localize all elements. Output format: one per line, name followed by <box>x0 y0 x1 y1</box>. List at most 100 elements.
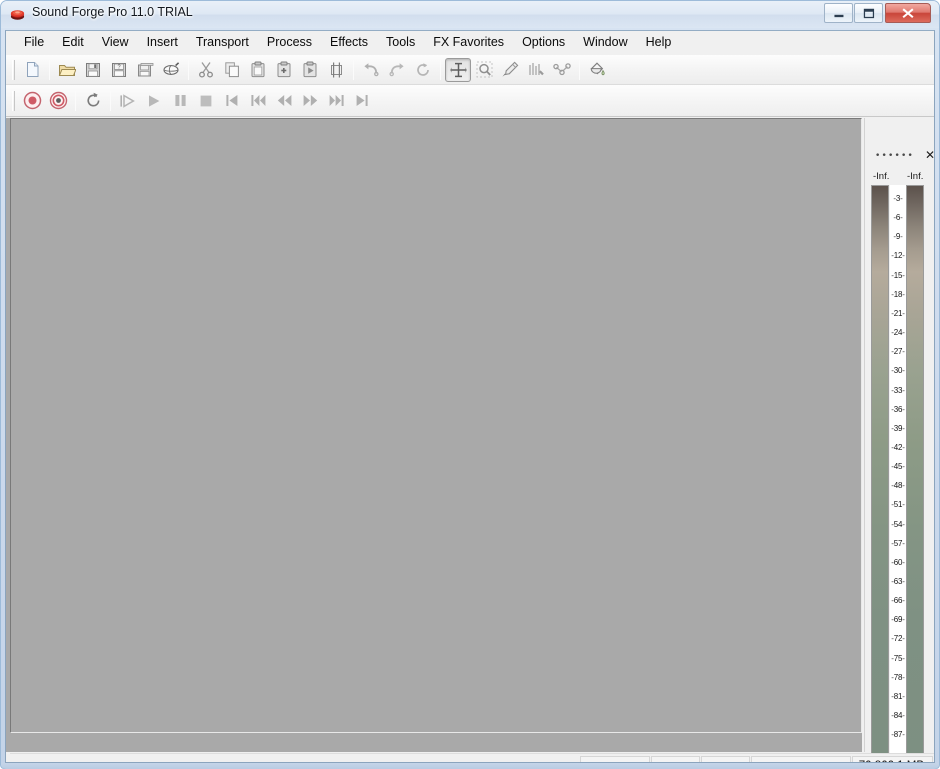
meter-scale-tick: -3- <box>893 194 903 203</box>
meter-scale-tick: -48- <box>891 481 905 491</box>
save-as-icon[interactable]: ? <box>106 58 132 82</box>
menu-item-view[interactable]: View <box>93 33 138 53</box>
toolbar-grip[interactable] <box>12 59 15 80</box>
toolbar-separator <box>75 90 76 111</box>
record-armed-icon[interactable] <box>45 89 71 113</box>
save-icon[interactable] <box>80 58 106 82</box>
record-icon[interactable] <box>19 89 45 113</box>
meter-scale-tick: -60- <box>891 557 905 567</box>
play-all-icon[interactable] <box>115 89 141 113</box>
meter-scale-tick: -87- <box>891 730 905 740</box>
workspace-canvas[interactable] <box>10 118 862 733</box>
status-cell-3 <box>701 755 750 762</box>
loop-playback-icon[interactable] <box>80 89 106 113</box>
status-spacer <box>10 756 580 763</box>
status-memory-indicator: 70,866.1 MB <box>852 755 933 762</box>
go-to-start-icon[interactable] <box>219 89 245 113</box>
fill-bucket-icon[interactable] <box>584 58 610 82</box>
svg-text:?: ? <box>117 64 120 70</box>
meter-scale-tick: -39- <box>891 423 905 433</box>
meter-scale-tick: -63- <box>891 577 905 586</box>
cut-icon[interactable] <box>193 58 219 82</box>
menu-bar: File Edit View Insert Transport Process … <box>6 31 934 55</box>
maximize-button[interactable] <box>854 3 883 23</box>
trim-crop-icon[interactable] <box>323 58 349 82</box>
undo-icon[interactable] <box>358 58 384 82</box>
status-cell-1 <box>580 755 650 762</box>
meter-scale-tick: -36- <box>891 404 905 414</box>
meter-scale-tick: -30- <box>891 366 905 376</box>
menu-item-insert[interactable]: Insert <box>138 33 187 53</box>
next-icon[interactable] <box>323 89 349 113</box>
meter-scale-tick: -66- <box>891 596 905 606</box>
workspace-bottom-strip <box>6 733 862 752</box>
record-meters-panel: •••••• ✕ -Inf. -Inf. -3- -6- -9- -12- -15- -1… <box>864 118 934 762</box>
menu-item-options[interactable]: Options <box>513 33 574 53</box>
meter-scale-tick: -57- <box>891 538 905 548</box>
meter-db-scale[interactable]: -3- -6- -9- -12- -15- -18- -21- -24- -27- -30- -33… <box>890 185 906 762</box>
stop-icon[interactable] <box>193 89 219 113</box>
meter-scale-tick: -42- <box>891 442 905 452</box>
menu-item-transport[interactable]: Transport <box>187 33 258 53</box>
toolbar-separator <box>440 59 441 80</box>
main-toolbar: ? <box>6 55 934 85</box>
sound-forge-icon <box>9 6 26 23</box>
minimize-button[interactable] <box>824 3 853 23</box>
menu-item-process[interactable]: Process <box>258 33 321 53</box>
new-file-icon[interactable] <box>19 58 45 82</box>
meter-scale-tick: -81- <box>891 691 905 701</box>
meter-scale-tick: -72- <box>891 634 905 644</box>
meter-scale-tick: -21- <box>891 308 905 318</box>
meter-panel-grip[interactable]: •••••• <box>875 152 914 161</box>
rewind-icon[interactable] <box>271 89 297 113</box>
paste-icon[interactable] <box>245 58 271 82</box>
node-tool-icon[interactable] <box>549 58 575 82</box>
meter-scale-tick: -27- <box>891 347 905 357</box>
meter-panel-header[interactable]: •••••• ✕ <box>867 148 934 163</box>
client-area: File Edit View Insert Transport Process … <box>5 30 935 763</box>
level-meter-left <box>871 185 889 760</box>
title-bar[interactable]: Sound Forge Pro 11.0 TRIAL <box>1 1 939 28</box>
toolbar-grip[interactable] <box>12 90 15 111</box>
window-bottom-rim <box>1 763 939 769</box>
paste-to-new-icon[interactable] <box>297 58 323 82</box>
meter-scale-tick: -15- <box>891 270 905 280</box>
status-cell-4 <box>751 755 851 762</box>
meter-scale-tick: -69- <box>891 615 905 625</box>
menu-item-edit[interactable]: Edit <box>53 33 93 53</box>
pencil-tool-icon[interactable] <box>497 58 523 82</box>
save-all-icon[interactable] <box>132 58 158 82</box>
play-icon[interactable] <box>141 89 167 113</box>
menu-item-window[interactable]: Window <box>574 33 636 53</box>
toolbar-separator <box>49 59 50 80</box>
open-file-icon[interactable] <box>54 58 80 82</box>
meter-scale-tick: -9- <box>893 232 903 242</box>
peak-level-left: -Inf. <box>873 171 890 182</box>
redo-icon[interactable] <box>384 58 410 82</box>
close-icon[interactable]: ✕ <box>925 148 934 163</box>
repeat-icon[interactable] <box>410 58 436 82</box>
menu-item-tools[interactable]: Tools <box>377 33 424 53</box>
edit-tool-icon[interactable] <box>445 57 471 82</box>
envelope-tool-icon[interactable] <box>523 58 549 82</box>
menu-item-effects[interactable]: Effects <box>321 33 377 53</box>
peak-level-right: -Inf. <box>907 171 924 182</box>
go-to-end-icon[interactable] <box>349 89 375 113</box>
application-window: Sound Forge Pro 11.0 TRIAL File Edit Vie… <box>0 0 940 769</box>
pause-icon[interactable] <box>167 89 193 113</box>
meter-scale-tick: -24- <box>891 328 905 338</box>
copy-icon[interactable] <box>219 58 245 82</box>
level-meter-right <box>906 185 924 760</box>
toolbar-separator <box>110 90 111 111</box>
forward-icon[interactable] <box>297 89 323 113</box>
menu-item-file[interactable]: File <box>15 33 53 53</box>
menu-item-help[interactable]: Help <box>637 33 681 53</box>
window-title: Sound Forge Pro 11.0 TRIAL <box>32 5 193 19</box>
mix-paste-icon[interactable] <box>271 58 297 82</box>
close-button[interactable] <box>885 3 931 23</box>
toolbar-separator <box>188 59 189 80</box>
menu-item-fx-favorites[interactable]: FX Favorites <box>424 33 513 53</box>
publish-icon[interactable] <box>158 58 184 82</box>
magnify-tool-icon[interactable] <box>471 58 497 82</box>
previous-icon[interactable] <box>245 89 271 113</box>
